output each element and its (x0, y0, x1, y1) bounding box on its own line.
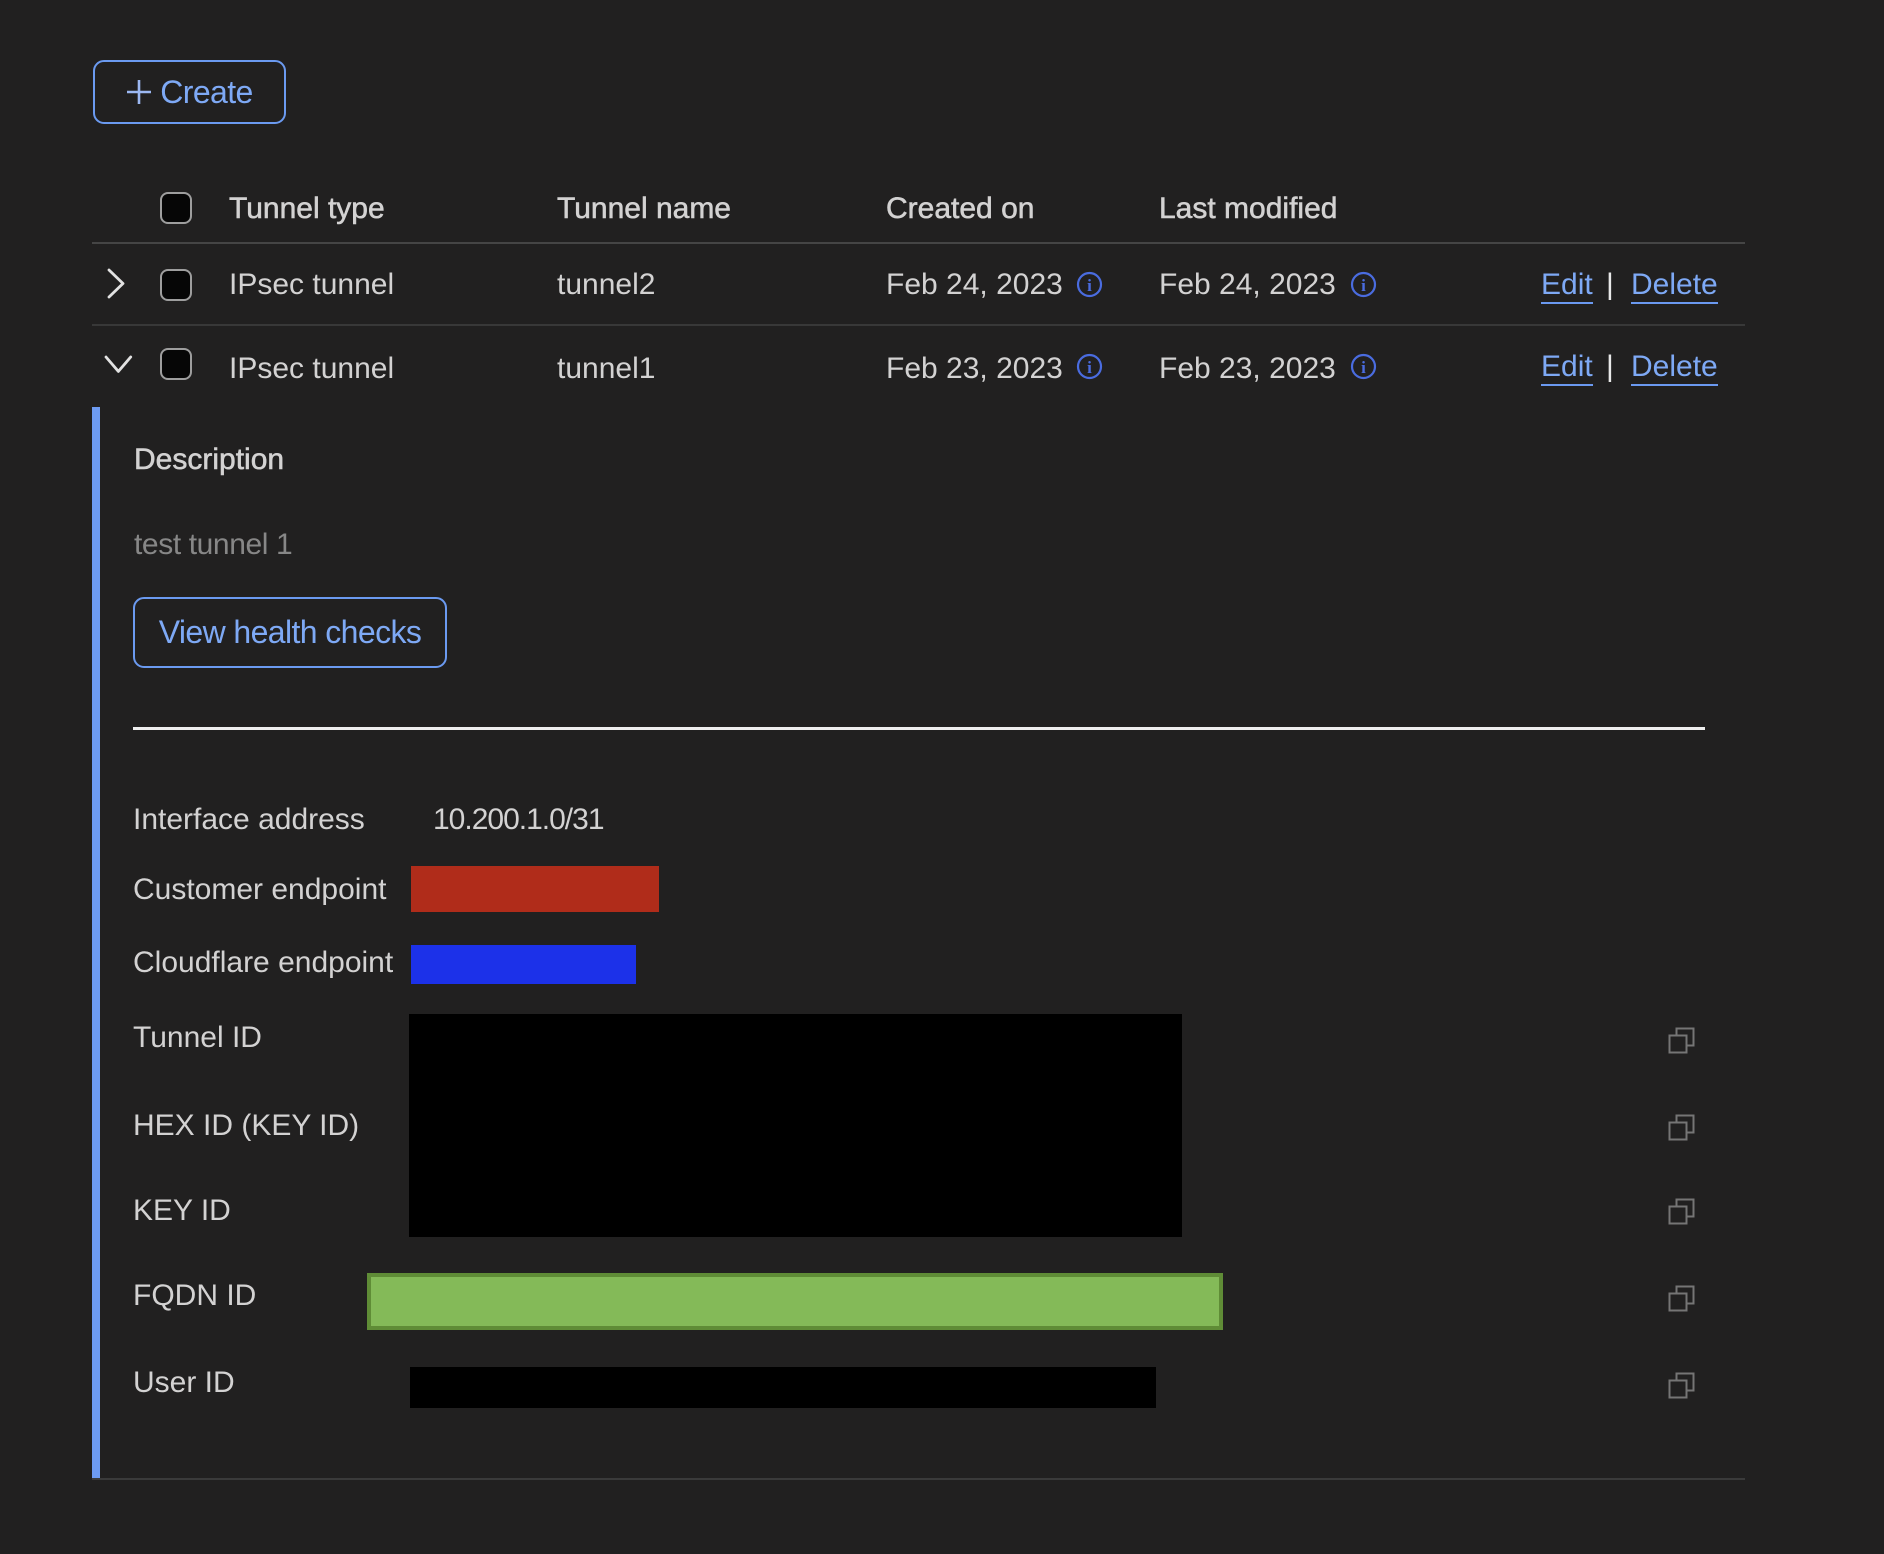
svg-text:i: i (1361, 276, 1366, 295)
svg-text:i: i (1087, 276, 1092, 295)
svg-text:i: i (1087, 358, 1092, 377)
svg-text:i: i (1361, 358, 1366, 377)
